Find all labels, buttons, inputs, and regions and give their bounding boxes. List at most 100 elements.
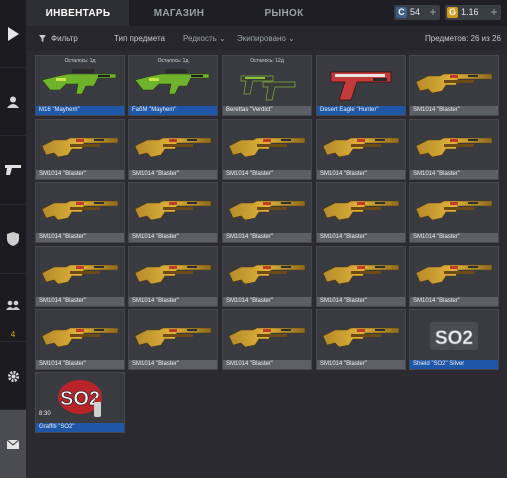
inventory-item[interactable]: SM1014 "Blaster" [128,182,218,243]
play-button[interactable] [0,0,26,68]
item-image [129,310,217,360]
item-name: SM1014 "Blaster" [317,360,405,369]
silver-value: 54 [410,7,421,17]
inventory-panel: Осталось: 1д M16 "Mayhem" Осталось: 1д FaбM… [27,50,507,478]
inventory-item[interactable]: SM1014 "Blaster" [222,309,312,370]
item-name: SM1014 "Blaster" [129,360,217,369]
filter-button[interactable]: Фильтр [51,34,78,43]
equipped-label: Экипировано [237,34,286,43]
item-name: SM1014 "Blaster" [410,170,498,179]
inventory-item[interactable]: SM1014 "Blaster" [409,55,499,116]
weapons-button[interactable] [0,136,26,205]
item-name: SM1014 "Blaster" [223,360,311,369]
shield-icon [7,232,19,246]
inventory-item[interactable]: Осталось: 12д Berettas "Verdict" [222,55,312,116]
item-name: SM1014 "Blaster" [36,170,124,179]
profile-button[interactable] [0,68,26,136]
item-image [223,310,311,360]
gold-balance: G 1.16 + [445,5,501,20]
item-name: SM1014 "Blaster" [410,233,498,242]
item-image [36,310,124,360]
item-image [223,247,311,297]
item-image [129,120,217,170]
item-image [129,183,217,233]
item-name: M16 "Mayhem" [36,106,124,115]
item-name: Shield "SO2" Silver [410,360,498,369]
mail-button[interactable] [0,410,26,478]
item-image [410,120,498,170]
item-name: FaбM "Mayhem" [129,106,217,115]
item-timer: Осталось: 1д [157,58,189,64]
inventory-item[interactable]: SM1014 "Blaster" [222,119,312,180]
inventory-item[interactable]: SO2 8:30 Graffiti "SO2" [35,372,125,433]
inventory-item[interactable]: SM1014 "Blaster" [316,182,406,243]
item-name: SM1014 "Blaster" [317,170,405,179]
tab-market[interactable]: РЫНОК [229,0,339,26]
item-image [317,247,405,297]
item-name: SM1014 "Blaster" [129,170,217,179]
silver-coin-icon: C [396,7,407,18]
inventory-item[interactable]: SM1014 "Blaster" [222,246,312,307]
inventory-item[interactable]: SM1014 "Blaster" [128,246,218,307]
add-gold-button[interactable]: + [487,5,501,20]
inventory-item[interactable]: SM1014 "Blaster" [128,119,218,180]
gold-value: 1.16 [461,7,479,17]
inventory-item[interactable]: SM1014 "Blaster" [35,182,125,243]
item-name: SM1014 "Blaster" [36,233,124,242]
settings-button[interactable] [0,343,26,410]
item-timer: Осталось: 1д [64,58,96,64]
item-name: SM1014 "Blaster" [223,170,311,179]
inventory-item[interactable]: SM1014 "Blaster" [128,309,218,370]
inventory-item[interactable]: SM1014 "Blaster" [409,119,499,180]
armor-button[interactable] [0,205,26,274]
mail-icon [7,439,19,449]
top-tabs: ИНВЕНТАРЬ МАГАЗИН РЫНОК C 54 + G 1.16 + [27,0,507,26]
inventory-item[interactable]: SM1014 "Blaster" [35,246,125,307]
svg-text:SO2: SO2 [435,328,473,349]
team-icon [6,300,20,310]
silver-balance: C 54 + [394,5,440,20]
item-image [317,310,405,360]
item-image [36,183,124,233]
item-name: SM1014 "Blaster" [223,233,311,242]
filter-icon [39,35,46,42]
item-image [317,120,405,170]
add-silver-button[interactable]: + [426,5,440,20]
equipped-dropdown[interactable]: Экипировано ⌄ [237,34,295,43]
inventory-item[interactable]: Осталось: 1д FaбM "Mayhem" [128,55,218,116]
item-image: SO2 [410,310,498,360]
item-name: SM1014 "Blaster" [317,233,405,242]
item-image [223,120,311,170]
inventory-item[interactable]: SM1014 "Blaster" [222,182,312,243]
inventory-item[interactable]: SO2 Shield "SO2" Silver [409,309,499,370]
pistol-icon [5,165,21,175]
rarity-dropdown[interactable]: Редкость ⌄ [183,34,226,43]
play-icon [8,26,19,41]
inventory-item[interactable]: SM1014 "Blaster" [316,119,406,180]
item-timer: Осталось: 12д [250,58,284,64]
inventory-item[interactable]: SM1014 "Blaster" [316,309,406,370]
item-name: Desert Eagle "Hunter" [317,106,405,115]
item-image [36,120,124,170]
item-name: SM1014 "Blaster" [129,233,217,242]
inventory-item[interactable]: Осталось: 1д M16 "Mayhem" [35,55,125,116]
inventory-item[interactable]: Desert Eagle "Hunter" [316,55,406,116]
item-name: SM1014 "Blaster" [410,297,498,306]
item-image [223,183,311,233]
item-name: SM1014 "Blaster" [36,360,124,369]
item-name: Graffiti "SO2" [36,423,124,432]
inventory-item[interactable]: SM1014 "Blaster" [35,119,125,180]
type-dropdown[interactable]: Тип предмета [114,34,165,43]
inventory-item[interactable]: SM1014 "Blaster" [409,182,499,243]
tab-shop[interactable]: МАГАЗИН [129,0,229,26]
item-image [36,247,124,297]
inventory-item[interactable]: SM1014 "Blaster" [316,246,406,307]
gear-icon [7,370,19,382]
inventory-item[interactable]: SM1014 "Blaster" [409,246,499,307]
inventory-item[interactable]: SM1014 "Blaster" [35,309,125,370]
tab-inventory[interactable]: ИНВЕНТАРЬ [27,0,129,26]
item-badge: 8:30 [39,411,51,417]
filter-bar: Фильтр Тип предмета Редкость ⌄ Экипирова… [27,26,507,50]
gold-coin-icon: G [447,7,458,18]
item-image [410,247,498,297]
